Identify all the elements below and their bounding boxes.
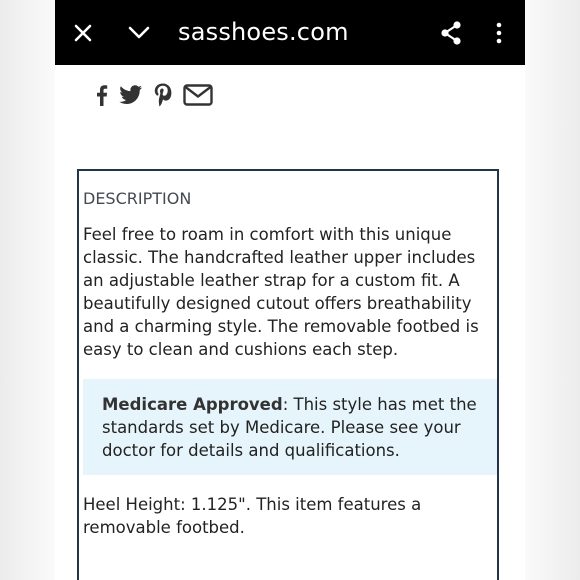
browser-toolbar: sasshoes.com [55, 0, 525, 65]
description-text: Feel free to roam in comfort with this u… [83, 225, 479, 359]
chevron-down-icon [128, 26, 150, 38]
close-icon [74, 24, 92, 41]
facebook-icon[interactable] [93, 83, 109, 107]
left-backdrop [0, 0, 55, 580]
share-icon [441, 20, 461, 45]
share-button[interactable] [437, 0, 465, 65]
twitter-icon[interactable] [119, 85, 143, 105]
email-icon[interactable] [183, 84, 213, 106]
more-vertical-icon [496, 22, 502, 43]
medicare-callout: Medicare Approved: This style has met th… [83, 379, 497, 475]
right-backdrop [525, 0, 580, 580]
tab-switcher-button[interactable] [125, 0, 153, 65]
medicare-label: Medicare Approved [102, 395, 283, 414]
close-button[interactable] [69, 0, 97, 65]
medicare-paragraph: Medicare Approved: This style has met th… [102, 393, 482, 462]
more-options-button[interactable] [489, 0, 509, 65]
address-bar-url[interactable]: sasshoes.com [178, 0, 349, 65]
pinterest-icon[interactable] [153, 82, 173, 108]
heel-height-text: Heel Height: 1.125". This item features … [83, 495, 422, 537]
social-share-bar [93, 80, 213, 110]
description-heading: DESCRIPTION [83, 189, 192, 208]
browser-viewport: sasshoes.com DESCRIPTION Feel free to ro… [55, 0, 525, 580]
description-panel: DESCRIPTION Feel free to roam in comfort… [77, 169, 499, 580]
